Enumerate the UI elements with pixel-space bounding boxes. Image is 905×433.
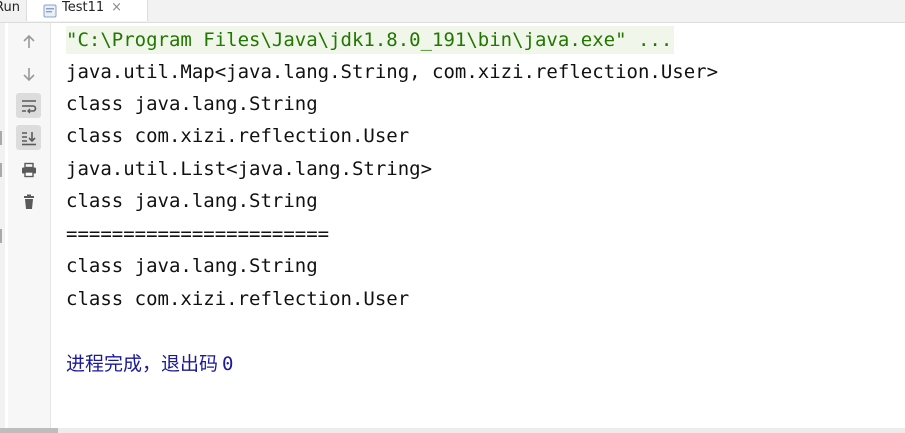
output-line: java.util.List<java.lang.String> [66, 158, 433, 180]
exit-code: 0 [222, 353, 234, 375]
print-icon [21, 162, 36, 177]
trash-icon [23, 194, 34, 209]
clear-button[interactable] [16, 189, 41, 214]
java-class-icon [43, 4, 57, 18]
close-icon[interactable]: × [111, 0, 122, 16]
output-line: class com.xizi.reflection.User [66, 125, 410, 147]
scroll-to-end-icon [21, 131, 36, 145]
soft-wrap-icon [21, 99, 36, 113]
tab-test11[interactable]: Test11 × [26, 0, 148, 21]
outer-gutter [0, 23, 5, 428]
console-toolbar [8, 23, 51, 428]
down-arrow-button[interactable] [16, 61, 41, 86]
output-line: class java.lang.String [66, 255, 318, 277]
down-arrow-icon [22, 67, 35, 81]
command-line: "C:\Program Files\Java\jdk1.8.0_191\bin\… [66, 26, 675, 54]
print-button[interactable] [16, 157, 41, 182]
run-tab-strip: Run: Test11 × [0, 0, 905, 23]
exit-message: 进程完成，退出码 [66, 353, 219, 375]
scroll-to-end-button[interactable] [16, 125, 41, 150]
run-label: Run: [0, 0, 20, 15]
scrollbar-thumb[interactable] [0, 428, 58, 433]
output-line: java.util.Map<java.lang.String, com.xizi… [66, 61, 719, 83]
gutter-marker [0, 131, 2, 145]
output-line: class com.xizi.reflection.User [66, 288, 410, 310]
gutter-marker [0, 229, 2, 243]
up-arrow-icon [22, 34, 35, 48]
output-line: class java.lang.String [66, 190, 318, 212]
console-output[interactable]: "C:\Program Files\Java\jdk1.8.0_191\bin\… [66, 23, 905, 428]
up-arrow-button[interactable] [16, 29, 41, 54]
exit-status-line: 进程完成，退出码 0 [66, 350, 233, 378]
separator-line: ======================= [66, 223, 330, 245]
tab-title: Test11 [62, 0, 105, 15]
horizontal-scrollbar[interactable] [0, 428, 905, 433]
output-line: class java.lang.String [66, 93, 318, 115]
gutter-marker [0, 163, 2, 177]
run-tool-window: Run: Test11 × [0, 0, 905, 433]
soft-wrap-button[interactable] [16, 93, 41, 118]
